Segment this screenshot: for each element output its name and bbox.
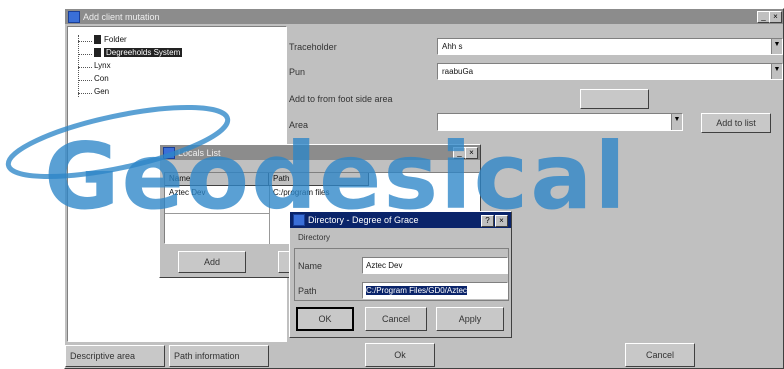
path-label: Path (298, 286, 317, 296)
cell-name: Aztec Dev (169, 188, 206, 197)
cell-path: C:/program files (273, 188, 330, 197)
directory-cancel-button[interactable]: Cancel (365, 307, 427, 331)
table-row[interactable]: Aztec Dev C:/program files (165, 187, 479, 200)
add-to-list-button[interactable]: Add to list (701, 113, 771, 133)
folder-icon (94, 48, 101, 57)
close-button[interactable]: × (769, 11, 782, 23)
help-button[interactable]: ? (481, 215, 494, 227)
name-label: Name (298, 261, 323, 271)
chevron-down-icon[interactable]: ▼ (771, 64, 782, 79)
tree-item-lynx[interactable]: Lynx (94, 61, 111, 70)
column-header-name[interactable]: Name (165, 173, 269, 186)
chevron-down-icon[interactable]: ▼ (671, 114, 682, 130)
locals-title: Locals List (178, 147, 221, 158)
cancel-button[interactable]: Cancel (625, 343, 695, 367)
directory-dialog: Directory - Degree of Grace ? × Director… (289, 211, 512, 338)
tree-item-degreeholds[interactable]: Degreeholds System (94, 48, 183, 57)
field-label-add-from: Add to from foot side area (289, 94, 393, 104)
directory-apply-button[interactable]: Apply (436, 307, 504, 331)
locals-title-bar: Locals List (160, 145, 480, 160)
ok-button[interactable]: Ok (365, 343, 435, 367)
field-label-pun: Pun (289, 67, 306, 77)
field-label-area: Area (289, 120, 309, 130)
pun-combo[interactable]: raabuGa ▼ (437, 63, 783, 80)
tree-item-folder[interactable]: Folder (94, 35, 127, 44)
browse-button[interactable] (580, 89, 649, 109)
app-icon (293, 214, 305, 226)
directory-group-label: Directory (298, 233, 331, 242)
name-field[interactable]: Aztec Dev (362, 257, 508, 274)
close-button[interactable]: × (495, 215, 508, 227)
app-icon (163, 146, 175, 159)
area-combo[interactable]: ▼ (437, 113, 683, 131)
tree-item-gen[interactable]: Gen (94, 87, 109, 96)
close-button[interactable]: × (465, 147, 478, 159)
folder-icon (94, 35, 101, 44)
directory-title: Directory - Degree of Grace (308, 215, 419, 225)
locals-add-button[interactable]: Add (178, 251, 246, 273)
path-field[interactable]: C:/Program Files/GD0/Aztec (362, 282, 508, 299)
main-title-bar: Add client mutation (65, 9, 783, 24)
column-header-path[interactable]: Path (269, 173, 369, 186)
app-icon (68, 10, 80, 23)
field-label-traceholder: Traceholder (289, 42, 337, 52)
directory-ok-button[interactable]: OK (296, 307, 354, 331)
chevron-down-icon[interactable]: ▼ (771, 39, 782, 54)
traceholder-combo[interactable]: Ahh s ▼ (437, 38, 783, 55)
tree-item-con[interactable]: Con (94, 74, 109, 83)
tab-path-information[interactable]: Path information (169, 345, 269, 367)
tab-descriptive-area[interactable]: Descriptive area (65, 345, 165, 367)
main-window-title: Add client mutation (83, 11, 160, 22)
directory-title-bar: Directory - Degree of Grace (290, 212, 511, 228)
